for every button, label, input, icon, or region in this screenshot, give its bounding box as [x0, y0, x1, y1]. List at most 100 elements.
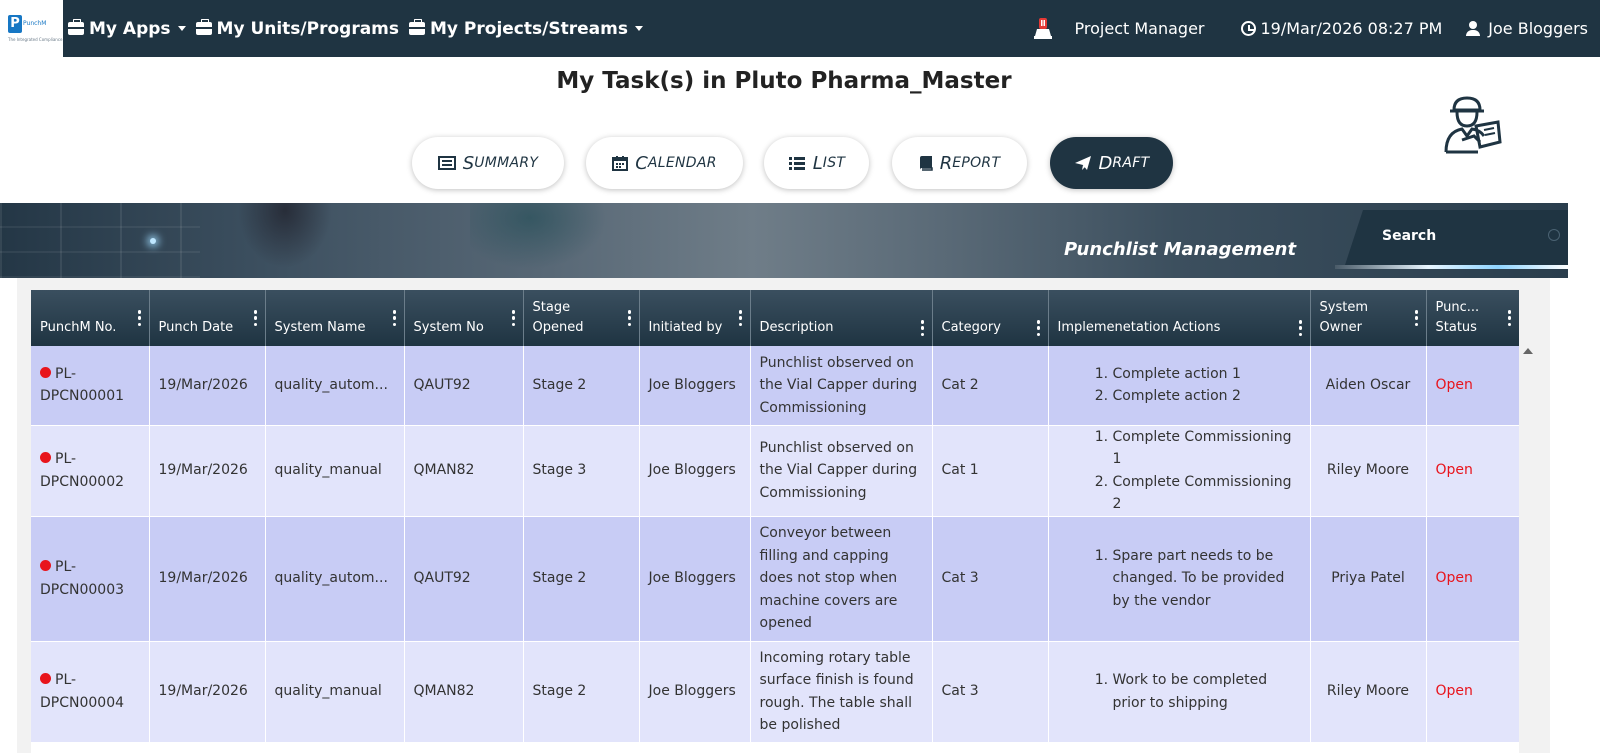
cell-punchm-no[interactable]: PL-DPCN00002	[31, 425, 150, 517]
column-menu-icon[interactable]	[1507, 310, 1512, 326]
menu-my-apps[interactable]: My Apps	[68, 19, 186, 39]
cell-owner: Riley Moore	[1310, 641, 1427, 743]
search-label: Search	[1382, 228, 1437, 244]
search-icon[interactable]	[1548, 229, 1560, 241]
table-row[interactable]: PL-DPCN00004 19/Mar/2026 quality_manual …	[31, 641, 1519, 743]
banner-streak	[1335, 265, 1568, 269]
cell-description: Incoming rotary table surface finish is …	[750, 641, 933, 743]
table-row[interactable]: PL-DPCN00001 19/Mar/2026 quality_autom..…	[31, 346, 1519, 426]
caret-down-icon	[177, 26, 186, 31]
logo-text: PunchM	[23, 20, 47, 27]
tab-calendar[interactable]: C ALENDAR	[586, 137, 743, 189]
cell-system-name: quality_autom...	[265, 346, 405, 426]
column-header-initiated-by[interactable]: Initiated by	[639, 290, 751, 346]
logo-mark-icon: P	[8, 15, 22, 33]
tab-label-initial: S	[462, 152, 475, 174]
alarm-bell-icon[interactable]	[1033, 16, 1053, 42]
column-menu-icon[interactable]	[627, 310, 632, 326]
column-menu-icon[interactable]	[738, 310, 743, 326]
table-row[interactable]: PL-DPCN00003 19/Mar/2026 quality_autom..…	[31, 516, 1519, 642]
scroll-up-arrow-icon[interactable]	[1523, 348, 1533, 354]
punchm-logo[interactable]: P PunchM The Integrated Compliance	[0, 0, 63, 57]
cell-status: Open	[1426, 641, 1519, 743]
action-item: Spare part needs to be changed. To be pr…	[1113, 545, 1301, 613]
menu-label: My Units/Programs	[216, 18, 400, 39]
column-header-punch-date[interactable]: Punch Date	[149, 290, 266, 346]
cell-stage: Stage 2	[523, 516, 640, 642]
tab-label-rest: IST	[822, 155, 846, 171]
page-title: My Task(s) in Pluto Pharma_Master	[556, 68, 1012, 94]
cell-description: Punchlist observed on the Vial Capper du…	[750, 425, 933, 517]
table-row[interactable]: PL-DPCN00002 19/Mar/2026 quality_manual …	[31, 425, 1519, 517]
cell-owner: Aiden Oscar	[1310, 346, 1427, 426]
column-header-stage-opened[interactable]: Stage Opened	[523, 290, 640, 346]
column-header-label: System Owner	[1319, 300, 1368, 335]
cell-status: Open	[1426, 425, 1519, 517]
column-header-system-owner[interactable]: System Owner	[1310, 290, 1427, 346]
calendar-icon	[612, 156, 629, 171]
report-icon	[919, 156, 933, 171]
cell-system-name: quality_autom...	[265, 516, 405, 642]
column-header-system-name[interactable]: System Name	[265, 290, 405, 346]
menu-my-projects-streams[interactable]: My Projects/Streams	[409, 19, 643, 39]
punchlist-banner: Punchlist Management Search	[0, 203, 1568, 278]
column-header-description[interactable]: Description	[750, 290, 933, 346]
status-dot-icon	[40, 560, 51, 571]
column-menu-icon[interactable]	[1036, 320, 1041, 336]
column-header-system-no[interactable]: System No	[404, 290, 524, 346]
briefcase-icon	[195, 19, 212, 35]
current-datetime: 19/Mar/2026 08:27 PM	[1260, 19, 1443, 38]
header-row: PunchM No. Punch Date System Name System…	[31, 290, 1519, 346]
column-menu-icon[interactable]	[511, 310, 516, 326]
actions-list: Complete action 1Complete action 2	[1058, 363, 1301, 408]
menu-label: My Apps	[89, 18, 171, 39]
column-header-label: Punch Date	[158, 320, 234, 335]
tab-summary[interactable]: S UMMARY	[412, 137, 564, 189]
user-name[interactable]: Joe Bloggers	[1488, 19, 1588, 38]
cell-stage: Stage 3	[523, 425, 640, 517]
tab-draft[interactable]: D RAFT	[1050, 137, 1173, 189]
cell-stage: Stage 2	[523, 346, 640, 426]
cell-actions: Work to be completed prior to shipping	[1048, 641, 1311, 743]
column-menu-icon[interactable]	[392, 310, 397, 326]
cell-actions: Complete Commissioning 1Complete Commiss…	[1048, 425, 1311, 517]
cell-punchm-no[interactable]: PL-DPCN00004	[31, 641, 150, 743]
cell-punchm-no[interactable]: PL-DPCN00001	[31, 346, 150, 426]
banner-light	[150, 238, 156, 244]
cell-date: 19/Mar/2026	[149, 641, 266, 743]
cell-owner: Riley Moore	[1310, 425, 1427, 517]
paper-plane-icon	[1074, 156, 1091, 170]
banner-pattern	[0, 203, 200, 278]
top-navbar: P PunchM The Integrated Compliance My Ap…	[0, 0, 1600, 57]
column-header-implementation-actions[interactable]: Implemenetation Actions	[1048, 290, 1311, 346]
caret-down-icon	[634, 26, 643, 31]
column-header-category[interactable]: Category	[932, 290, 1049, 346]
banner-figure	[230, 203, 340, 278]
cell-category: Cat 3	[932, 641, 1049, 743]
column-header-label: Initiated by	[648, 320, 723, 335]
punchlist-grid-container: PunchM No. Punch Date System Name System…	[17, 278, 1550, 753]
menu-my-units-programs[interactable]: My Units/Programs	[195, 18, 400, 39]
nav-right: Project Manager 19/Mar/2026 08:27 PM Joe…	[1033, 0, 1588, 57]
actions-list: Complete Commissioning 1Complete Commiss…	[1058, 426, 1301, 516]
cell-category: Cat 2	[932, 346, 1049, 426]
column-menu-icon[interactable]	[253, 310, 258, 326]
punchlist-grid: PunchM No. Punch Date System Name System…	[31, 290, 1519, 753]
tab-list[interactable]: L IST	[764, 137, 869, 189]
column-header-label: Punc... Status	[1435, 300, 1480, 335]
cell-punchm-no[interactable]: PL-DPCN00003	[31, 516, 150, 642]
list-icon	[788, 157, 805, 170]
column-menu-icon[interactable]	[1414, 310, 1419, 326]
tab-report[interactable]: R EPORT	[892, 137, 1027, 189]
status-dot-icon	[40, 366, 51, 378]
column-menu-icon[interactable]	[137, 310, 142, 326]
cell-system-name: quality_manual	[265, 425, 405, 517]
column-menu-icon[interactable]	[920, 320, 925, 336]
cell-date: 19/Mar/2026	[149, 425, 266, 517]
search-box[interactable]: Search	[1345, 210, 1568, 265]
column-header-punchm-no[interactable]: PunchM No.	[31, 290, 150, 346]
column-header-status[interactable]: Punc... Status	[1426, 290, 1519, 346]
column-menu-icon[interactable]	[1298, 320, 1303, 336]
vertical-scrollbar[interactable]	[1519, 345, 1537, 753]
cell-system-no: QAUT92	[404, 346, 524, 426]
